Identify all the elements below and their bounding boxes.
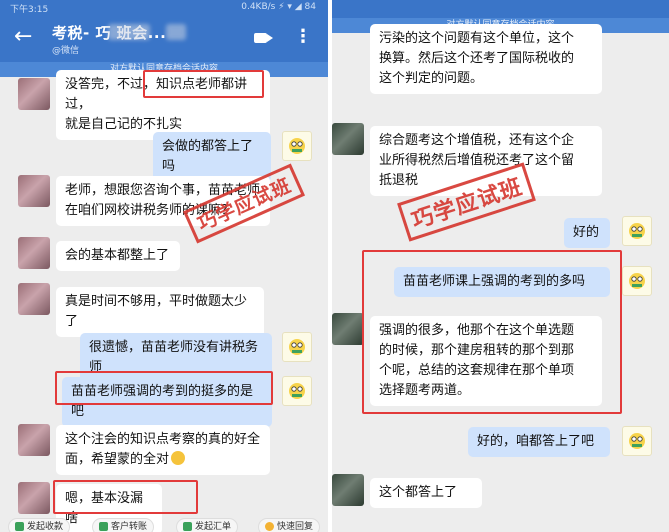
redaction-blur [166,24,186,40]
highlight-box [55,371,273,405]
grin-emoji-icon [171,451,186,465]
user-avatar-icon [289,138,305,154]
self-avatar[interactable] [622,426,652,456]
video-call-icon[interactable] [254,33,267,43]
highlight-box [362,250,622,414]
user-avatar-icon [289,339,305,355]
chat-header: 下午3:15 0.4KB/s ⚡ ▾ ◢ 84 ← 考税- 巧 班会... @微… [0,0,328,70]
highlight-box [143,70,264,98]
quick-chip-collect[interactable]: 发起收款 [8,518,71,532]
user-avatar-icon [629,223,645,239]
self-avatar[interactable] [622,216,652,246]
contact-avatar[interactable] [18,482,50,514]
message-bubble: 这个注会的知识点考察的真的好全 面，希望蒙的全对 [56,425,270,475]
message-text: 这个注会的知识点考察的真的好全 面，希望蒙的全对 [65,432,261,467]
message-bubble-self: 会做的都答上了吗 [153,132,271,182]
self-avatar[interactable] [622,266,652,296]
contact-avatar[interactable] [18,283,50,315]
message-bubble: 会的基本都整上了 [56,241,180,271]
redaction-blur [108,24,150,40]
message-bubble-self: 好的 [564,218,610,248]
contact-avatar[interactable] [18,175,50,207]
chat-subtitle: @微信 [52,46,80,56]
status-time: 下午3:15 [10,5,49,15]
contact-avatar[interactable] [332,474,364,506]
self-avatar[interactable] [282,376,312,406]
status-indicators: 0.4KB/s ⚡ ▾ ◢ 84 [241,2,316,12]
message-bubble: 这个都答上了 [370,478,482,508]
left-chat-screenshot: 下午3:15 0.4KB/s ⚡ ▾ ◢ 84 ← 考税- 巧 班会... @微… [0,0,328,532]
back-arrow-icon[interactable]: ← [14,26,32,48]
right-chat-screenshot: 对方默认同意存档会话内容 污染的这个问题有这个单位，这个 换算。然后这个还考了国… [332,0,669,532]
self-avatar[interactable] [282,131,312,161]
more-dots-icon[interactable]: ⋮ [294,28,312,46]
contact-avatar[interactable] [18,424,50,456]
quick-chip-order[interactable]: 发起汇单 [176,518,239,532]
message-bubble: 污染的这个问题有这个单位，这个 换算。然后这个还考了国际税收的 这个判定的问题。 [370,24,602,94]
user-avatar-icon [629,273,645,289]
contact-avatar[interactable] [332,123,364,155]
quick-chip-transfer[interactable]: 客户转账 [92,518,155,532]
highlight-box [53,480,198,514]
message-bubble: 真是时间不够用，平时做题太少了 [56,287,264,337]
self-avatar[interactable] [282,332,312,362]
contact-avatar[interactable] [332,313,364,345]
quick-chip-reply[interactable]: 快速回复 [258,518,321,532]
message-bubble-self: 好的，咱都答上了吧 [468,427,610,457]
contact-avatar[interactable] [18,78,50,110]
contact-avatar[interactable] [18,237,50,269]
user-avatar-icon [629,433,645,449]
user-avatar-icon [289,383,305,399]
